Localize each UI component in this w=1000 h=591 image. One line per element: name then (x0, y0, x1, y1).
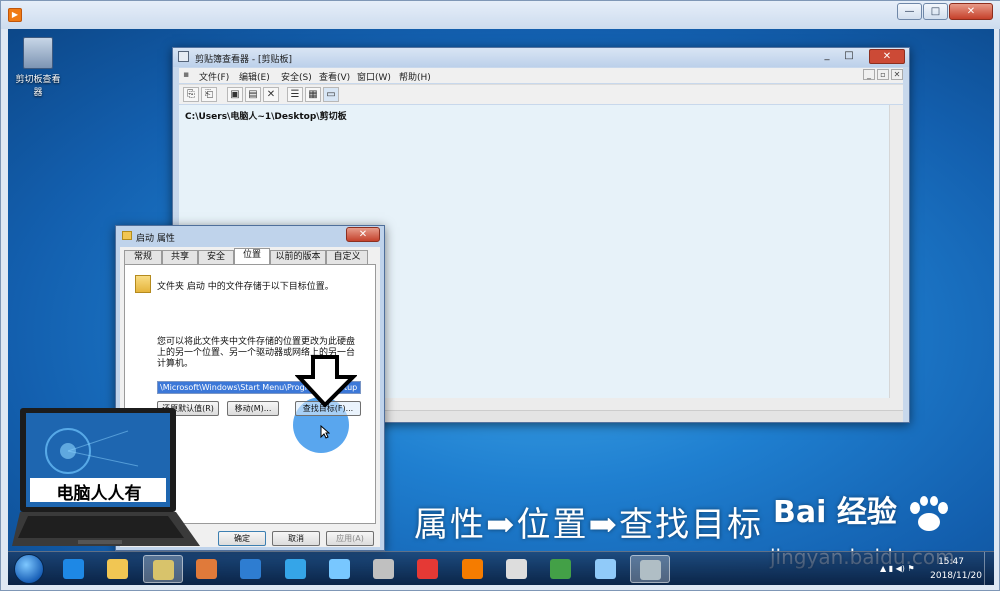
tutorial-caption: 属性➡位置➡查找目标 (414, 505, 763, 545)
apply-button[interactable]: 应用(A) (326, 531, 374, 546)
qq-icon (506, 559, 527, 579)
folder-icon (135, 275, 151, 293)
cancel-button[interactable]: 取消 (272, 531, 320, 546)
child-minimize-button[interactable]: _ (863, 69, 875, 80)
tray-icons[interactable]: ▲ ▮ ◀) ⚑ (880, 564, 915, 573)
start-button[interactable] (14, 554, 44, 584)
clock-date[interactable]: 2018/11/20 (930, 571, 982, 581)
baidu-paw-icon (910, 495, 949, 531)
folder-location-text: 文件夹 启动 中的文件存储于以下目标位置。 (157, 282, 334, 292)
player-app-icon: ▶ (8, 8, 22, 22)
app-icon (328, 559, 350, 579)
baidu-watermark: Bai 经验 (773, 487, 949, 532)
view-page-icon[interactable]: ▭ (323, 87, 339, 102)
taskbar-button-qq[interactable] (497, 555, 537, 583)
taskbar-button-browser[interactable] (276, 555, 316, 583)
taskbar-button-ie[interactable] (54, 555, 94, 583)
media-center-icon (240, 559, 262, 579)
close-button[interactable]: ✕ (346, 227, 380, 242)
move-button[interactable]: 移动(M)... (227, 401, 279, 416)
taskbar-button-notepad[interactable] (586, 555, 626, 583)
menu-bar: ▪ 文件(F) 编辑(E) 安全(S) 查看(V) 窗口(W) 帮助(H) _ … (179, 68, 903, 83)
laptop-logo-text: 电脑人人有 (56, 484, 142, 504)
clipboard-viewer-titlebar[interactable]: 剪贴簿查看器 - [剪贴板] _ □ ✕ (173, 48, 909, 67)
system-tray: ▲ ▮ ◀) ⚑ 15:47 2018/11/20 (844, 552, 994, 585)
tab-security[interactable]: 安全 (198, 250, 234, 264)
minimize-button[interactable]: — (897, 3, 922, 20)
system-menu-icon[interactable]: ▪ (183, 70, 189, 80)
tab-previous-versions[interactable]: 以前的版本 (270, 250, 326, 264)
clock-time[interactable]: 15:47 (938, 557, 964, 567)
baidu-brand: Bai 经验 (773, 495, 897, 530)
player-titlebar: ▶ — □ ✕ (1, 1, 1000, 29)
taskbar-button-app[interactable] (320, 555, 360, 583)
taskbar-button-file-explorer[interactable] (142, 555, 183, 583)
vertical-scrollbar[interactable] (889, 105, 903, 398)
maximize-button[interactable]: □ (839, 49, 859, 64)
clipboard-viewer-icon (639, 560, 661, 580)
tab-location[interactable]: 位置 (234, 248, 270, 264)
unshare-icon[interactable]: ▤ (245, 87, 261, 102)
taskbar-button-media-center[interactable] (231, 555, 271, 583)
tab-customize[interactable]: 自定义 (326, 250, 368, 264)
taskbar-button-wechat[interactable] (541, 555, 581, 583)
tab-general[interactable]: 常规 (124, 250, 162, 264)
clipboard-content-text: C:\Users\电脑人~1\Desktop\剪切板 (185, 112, 347, 122)
tools-icon (373, 559, 395, 579)
child-restore-button[interactable]: ▫ (877, 69, 889, 80)
close-button[interactable]: ✕ (949, 3, 993, 20)
folder-icon (122, 231, 132, 240)
notepad-icon (594, 559, 616, 579)
clipboard-viewer-icon (178, 51, 189, 62)
taskbar-button-tools[interactable] (364, 555, 404, 583)
delete-icon[interactable]: ✕ (263, 87, 279, 102)
desktop-icon-label: 剪切板查看器 (15, 75, 61, 98)
dialog-titlebar[interactable]: 启动 属性 ✕ (116, 226, 384, 246)
video-player-icon (461, 559, 483, 579)
child-close-button[interactable]: ✕ (891, 69, 903, 80)
ok-button[interactable]: 确定 (218, 531, 266, 546)
disconnect-icon[interactable]: ⎗ (201, 87, 217, 102)
menu-view[interactable]: 查看(V) (319, 70, 350, 83)
menu-help[interactable]: 帮助(H) (399, 70, 431, 83)
game-icon (417, 559, 439, 579)
desktop-icon-clipboard-viewer[interactable]: 剪切板查看器 (12, 37, 64, 98)
show-desktop-button[interactable] (984, 552, 994, 585)
paint-icon (195, 559, 217, 579)
dialog-title: 启动 属性 (136, 234, 175, 244)
taskbar: ▲ ▮ ◀) ⚑ 15:47 2018/11/20 (8, 551, 994, 585)
taskbar-button-clipboard-viewer[interactable] (629, 555, 670, 583)
menu-file[interactable]: 文件(F) (199, 70, 229, 83)
ie-icon (63, 559, 84, 579)
taskbar-button-video-player[interactable] (453, 555, 493, 583)
menu-window[interactable]: 窗口(W) (357, 70, 391, 83)
mouse-cursor-icon (320, 425, 330, 439)
folder-icon (107, 559, 129, 579)
taskbar-button-game[interactable] (408, 555, 448, 583)
file-explorer-icon (152, 560, 174, 580)
menu-edit[interactable]: 编辑(E) (239, 70, 270, 83)
maximize-button[interactable]: □ (923, 3, 948, 20)
player-window: ▶ — □ ✕ 剪切板查看器 剪贴簿查看器 - [剪贴板] _ □ ✕ ▪ 文件… (0, 0, 1000, 591)
menu-security[interactable]: 安全(S) (281, 70, 312, 83)
view-list-icon[interactable]: ☰ (287, 87, 303, 102)
toolbar: ⎘ ⎗ ▣ ▤ ✕ ☰ ▦ ▭ (179, 84, 903, 104)
view-thumbnail-icon[interactable]: ▦ (305, 87, 321, 102)
taskbar-button-paint[interactable] (187, 555, 227, 583)
share-icon[interactable]: ▣ (227, 87, 243, 102)
tab-sharing[interactable]: 共享 (162, 250, 198, 264)
browser-icon (284, 559, 306, 579)
close-button[interactable]: ✕ (869, 49, 905, 64)
down-arrow-icon (295, 355, 357, 407)
desktop: 剪切板查看器 剪贴簿查看器 - [剪贴板] _ □ ✕ ▪ 文件(F) 编辑(E… (8, 29, 994, 585)
connect-icon[interactable]: ⎘ (183, 87, 199, 102)
wechat-icon (550, 559, 572, 579)
clipboard-viewer-icon (23, 37, 53, 69)
minimize-button[interactable]: _ (817, 49, 837, 64)
window-title: 剪贴簿查看器 - [剪贴板] (195, 55, 292, 65)
taskbar-button-folder[interactable] (98, 555, 138, 583)
